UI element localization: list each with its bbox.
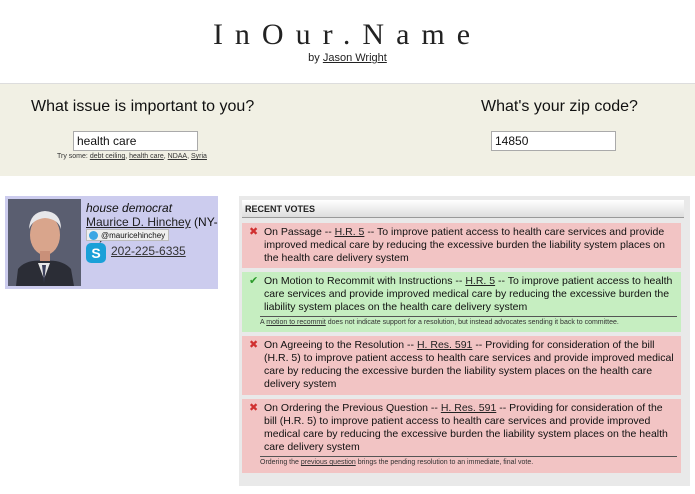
vote-item: ✖ On Agreeing to the Resolution -- H. Re… (242, 336, 681, 395)
representative-role: house democrat (86, 201, 173, 215)
nay-x-icon: ✖ (249, 226, 259, 238)
note-suffix: does not indicate support for a resoluti… (327, 319, 619, 326)
representative-photo (8, 199, 81, 286)
site-header: InOur.Name by Jason Wright (0, 0, 695, 84)
issue-suggestions: Try some: debt ceiling, health care, NDA… (57, 153, 207, 160)
twitter-icon (89, 231, 98, 240)
vote-note: Ordering the previous question brings th… (260, 456, 677, 467)
vote-note: A motion to recommit does not indicate s… (260, 316, 677, 327)
representative-name-link[interactable]: Maurice D. Hinchey (86, 215, 191, 229)
bill-link[interactable]: H. Res. 591 (441, 402, 496, 414)
recent-votes-header: RECENT VOTES (242, 200, 684, 218)
note-link[interactable]: motion to recommit (266, 319, 326, 326)
vote-lead: On Agreeing to the Resolution -- (264, 339, 415, 351)
bill-link[interactable]: H.R. 5 (335, 226, 365, 238)
suggestion-link[interactable]: Syria (191, 153, 207, 160)
vote-item: ✔ On Motion to Recommit with Instruction… (242, 272, 681, 332)
bill-link[interactable]: H.R. 5 (465, 275, 495, 287)
site-title: InOur.Name (212, 18, 483, 51)
phone-link[interactable]: 202-225-6335 (111, 244, 186, 258)
author-link[interactable]: Jason Wright (323, 52, 387, 64)
zip-question: What's your zip code? (481, 98, 638, 115)
suggestion-link[interactable]: health care (129, 153, 164, 160)
twitter-handle: @mauricehinchey (101, 231, 166, 240)
skype-icon[interactable]: S (86, 243, 106, 263)
byline-prefix: by (308, 52, 320, 64)
byline: by Jason Wright (0, 52, 695, 64)
zip-input[interactable] (491, 131, 616, 151)
question-band: What issue is important to you? What's y… (0, 84, 695, 176)
nay-x-icon: ✖ (249, 339, 259, 351)
vote-lead: On Motion to Recommit with Instructions … (264, 275, 463, 287)
vote-item: ✖ On Ordering the Previous Question -- H… (242, 399, 681, 473)
nay-x-icon: ✖ (249, 402, 259, 414)
yea-check-icon: ✔ (249, 275, 259, 287)
note-prefix: A (260, 319, 265, 326)
note-prefix: Ordering the (260, 459, 299, 466)
recent-votes-panel: RECENT VOTES ✖ On Passage -- H.R. 5 -- T… (239, 196, 690, 486)
suggestion-link[interactable]: NDAA (168, 153, 187, 160)
vote-lead: On Passage -- (264, 226, 332, 238)
note-link[interactable]: previous question (301, 459, 356, 466)
issue-question: What issue is important to you? (31, 98, 255, 115)
suggestion-link[interactable]: debt ceiling (90, 153, 125, 160)
vote-lead: On Ordering the Previous Question -- (264, 402, 438, 414)
bill-link[interactable]: H. Res. 591 (417, 339, 472, 351)
vote-item: ✖ On Passage -- H.R. 5 -- To improve pat… (242, 223, 681, 268)
suggestions-prefix: Try some: (57, 153, 88, 160)
twitter-badge[interactable]: @mauricehinchey (86, 229, 170, 241)
issue-input[interactable] (73, 131, 198, 151)
note-suffix: brings the pending resolution to an imme… (357, 459, 534, 466)
representative-card: house democrat Maurice D. Hinchey (NY-22… (5, 196, 218, 289)
